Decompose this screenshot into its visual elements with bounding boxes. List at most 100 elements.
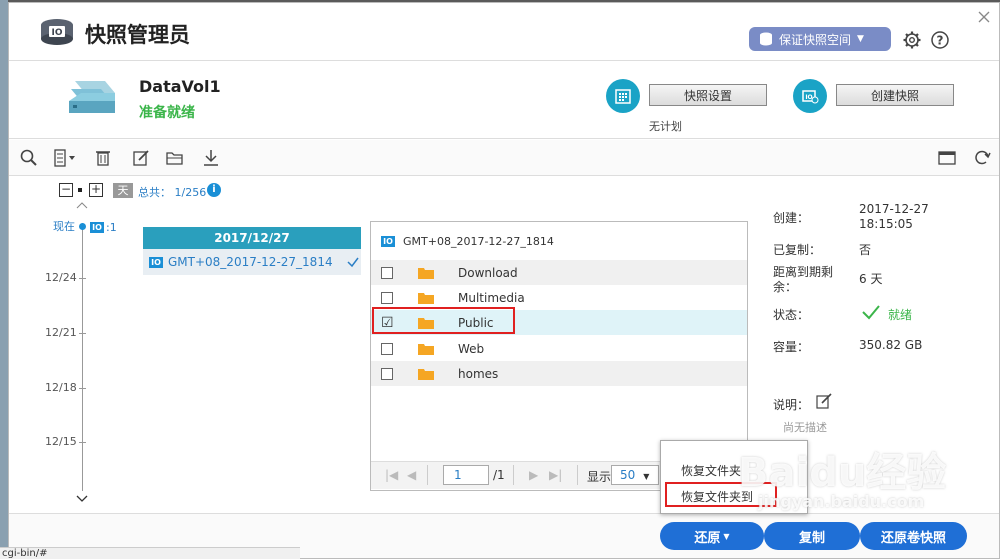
snapshot-name: GMT+08_2017-12-27_1814 <box>168 255 333 269</box>
description-value: 尚无描述 <box>783 421 827 434</box>
file-panel-header: GMT+08_2017-12-27_1814 <box>403 235 554 248</box>
info-icon[interactable]: i <box>207 183 221 197</box>
row-checkbox[interactable] <box>381 342 393 355</box>
created-label: 创建： <box>773 211 810 225</box>
check-icon <box>347 257 359 268</box>
checkmark-icon <box>862 305 880 320</box>
file-name: Web <box>458 341 485 356</box>
schedule-status: 无计划 <box>649 120 682 133</box>
pager-divider <box>513 465 514 485</box>
state-value: 就绪 <box>888 308 913 322</box>
first-page-icon[interactable]: |◀ <box>385 468 398 482</box>
created-date: 2017-12-27 <box>859 202 929 216</box>
chevron-down-icon[interactable] <box>75 494 89 503</box>
next-page-icon[interactable]: ▶ <box>529 468 538 482</box>
file-row[interactable]: homes <box>371 361 747 386</box>
watermark-logo-text: Baidu经验 <box>738 450 947 496</box>
svg-text:?: ? <box>937 34 944 48</box>
row-checkbox[interactable] <box>381 266 393 279</box>
close-icon[interactable] <box>978 11 990 23</box>
total-snapshots: 总共： 1/256 <box>138 184 206 200</box>
file-name: Multimedia <box>458 290 525 305</box>
total-label: 总共： <box>138 186 171 199</box>
chevron-down-icon: ▼ <box>643 472 650 481</box>
row-checkbox[interactable] <box>381 291 393 304</box>
refresh-icon[interactable] <box>972 148 992 168</box>
guarantee-space-dropdown[interactable]: 保证快照空间 ▼ <box>749 27 891 51</box>
snapshot-settings-button[interactable]: 快照设置 <box>649 84 767 106</box>
download-icon[interactable] <box>201 148 221 168</box>
page-size-label: 显示 <box>587 470 612 484</box>
timeline-tick <box>79 388 86 389</box>
snapshot-list-item[interactable]: IO GMT+08_2017-12-27_1814 <box>143 249 361 275</box>
edit-icon[interactable] <box>131 148 151 168</box>
timeline-date: 12/24 <box>45 271 77 284</box>
timeline-now-marker[interactable] <box>79 223 86 230</box>
menu-item-restore-folder[interactable]: 恢复文件夹 <box>681 462 741 479</box>
restore-label: 还原 <box>694 530 721 546</box>
guarantee-space-label: 保证快照空间 <box>779 32 852 47</box>
folder-icon <box>418 343 434 355</box>
timeline-tick <box>79 442 86 443</box>
zoom-in-button[interactable]: + <box>89 183 103 197</box>
total-value: 1/256 <box>174 186 207 199</box>
file-name: Download <box>458 265 518 280</box>
snapshot-icon: IO <box>149 256 163 268</box>
create-snapshot-icon[interactable]: IO <box>793 79 827 113</box>
create-snapshot-button[interactable]: 创建快照 <box>836 84 954 106</box>
volume-status: 准备就绪 <box>139 105 195 121</box>
snapshot-icon: IO <box>381 236 395 247</box>
snapshot-date-header: 2017/12/27 <box>143 227 361 249</box>
chevron-up-icon[interactable] <box>75 201 89 209</box>
timeline-now-count: :1 <box>106 221 117 234</box>
snapshot-settings-icon[interactable] <box>606 79 640 113</box>
help-icon[interactable]: ? <box>930 30 950 50</box>
page-input[interactable]: 1 <box>443 465 489 485</box>
timeline-now-label: 现在 <box>53 220 75 233</box>
last-page-icon[interactable]: ▶| <box>549 468 562 482</box>
camera-plus-icon: IO <box>802 90 819 104</box>
highlight-public-row <box>372 307 515 334</box>
page-total: /1 <box>493 468 505 482</box>
edit-description-icon[interactable] <box>815 392 833 410</box>
row-checkbox[interactable] <box>381 367 393 380</box>
watermark: Baidu经验 jingyan.baidu.com <box>738 440 1000 540</box>
watermark-url: jingyan.baidu.com <box>758 492 925 511</box>
prev-page-icon[interactable]: ◀ <box>407 468 416 482</box>
toolbar <box>9 140 999 176</box>
database-icon <box>760 32 772 46</box>
chevron-down-icon: ▼ <box>857 34 864 44</box>
file-row[interactable]: Web <box>371 336 747 361</box>
page-size-select[interactable]: 50 ▼ <box>611 465 659 485</box>
pager-divider <box>427 465 428 485</box>
trash-icon[interactable] <box>93 148 113 168</box>
search-icon[interactable] <box>19 148 39 168</box>
expire-label-cont: 余： <box>773 280 798 294</box>
zoom-out-button[interactable]: − <box>59 183 73 197</box>
pager-divider <box>577 465 578 485</box>
panel-toggle-icon[interactable] <box>937 148 957 168</box>
state-label: 状态： <box>773 308 810 322</box>
folder-open-icon[interactable] <box>165 148 185 168</box>
snapshot-marker-icon[interactable]: IO <box>90 222 104 233</box>
description-label: 说明： <box>773 398 810 412</box>
view-mode-icon[interactable] <box>53 148 79 168</box>
capacity-value: 350.82 GB <box>859 338 923 352</box>
expire-value: 6 天 <box>859 272 883 286</box>
copied-label: 已复制： <box>773 243 822 257</box>
folder-icon <box>418 292 434 304</box>
status-bar-url: cgi-bin/# <box>0 547 300 559</box>
background-window-edge <box>0 0 8 559</box>
created-time: 18:15:05 <box>859 217 913 231</box>
volume-icon <box>69 81 115 113</box>
time-unit-badge[interactable]: 天 <box>113 183 133 198</box>
gear-icon[interactable] <box>902 30 922 50</box>
volume-name: DataVol1 <box>139 77 221 96</box>
file-row[interactable]: Download <box>371 260 747 285</box>
chevron-down-icon: ▼ <box>723 531 730 541</box>
folder-icon <box>418 368 434 380</box>
folder-icon <box>418 267 434 279</box>
timeline-date: 12/15 <box>45 435 77 448</box>
svg-text:IO: IO <box>52 28 63 38</box>
timeline-axis <box>82 223 83 491</box>
